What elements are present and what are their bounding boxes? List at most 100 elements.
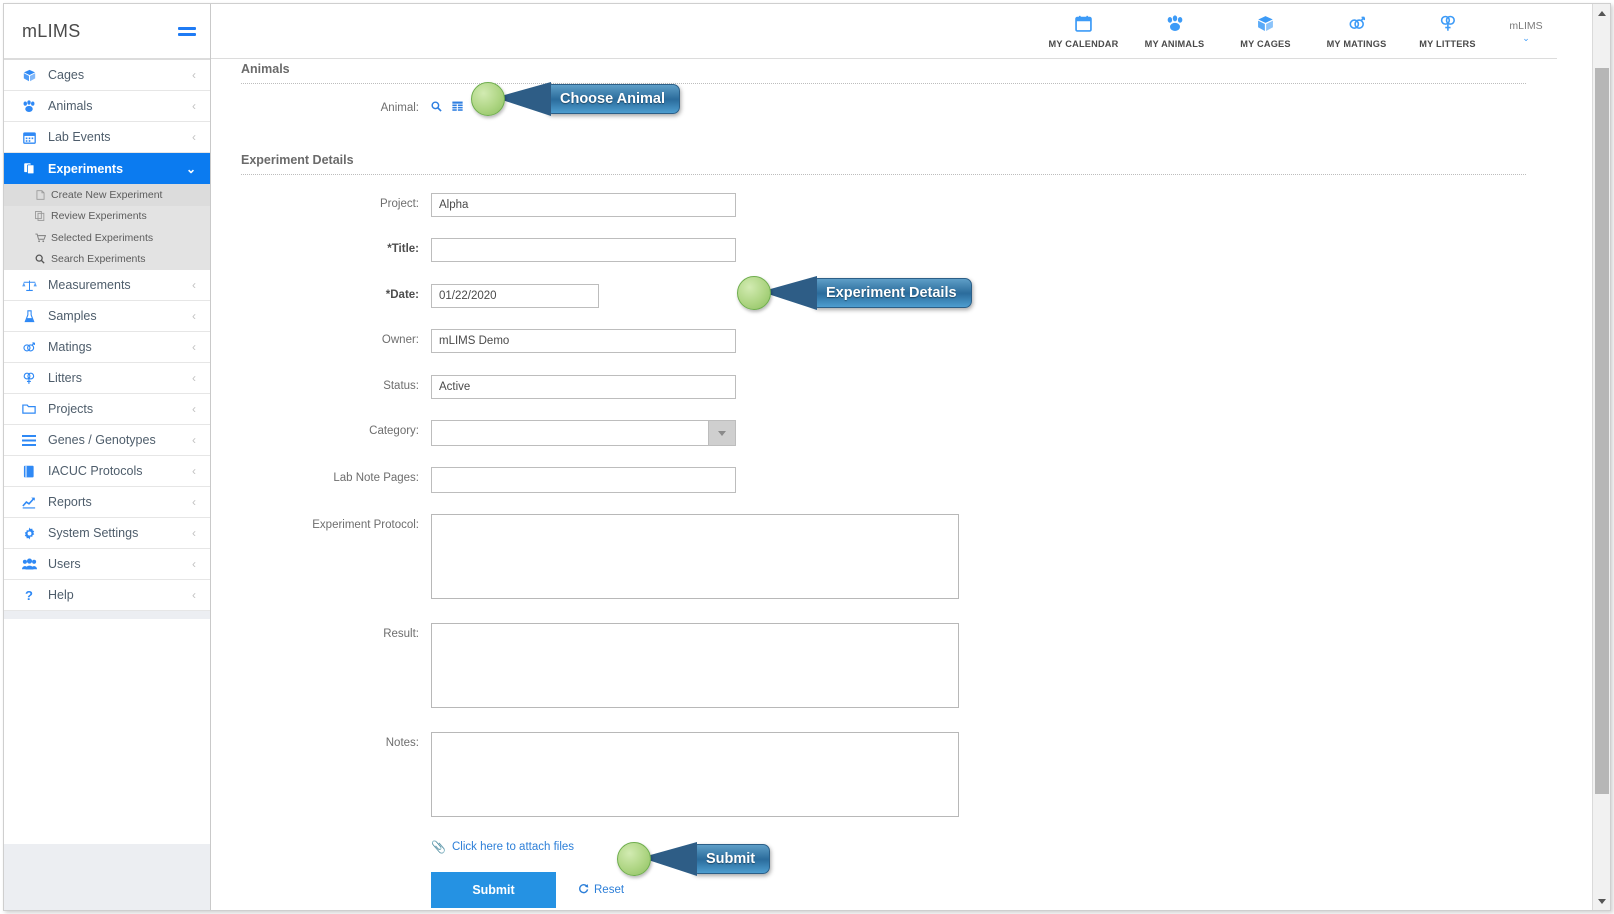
animal-label: Animal:	[380, 102, 419, 114]
callout-marker-dot	[737, 276, 771, 310]
notes-label: Notes:	[385, 737, 419, 749]
topnav-label: MY ANIMALS	[1144, 38, 1205, 49]
callout-label: Submit	[691, 844, 771, 874]
sidebar-item-genes-genotypes[interactable]: Genes / Genotypes ‹	[4, 425, 210, 456]
grid-icon[interactable]	[452, 100, 463, 116]
sidebar-subitem-label: Create New Experiment	[51, 188, 163, 201]
sidebar-item-matings[interactable]: Matings ‹	[4, 332, 210, 363]
chevron-left-icon: ‹	[192, 99, 196, 113]
topnav-my-matings[interactable]: MY MATINGS	[1311, 4, 1402, 59]
lab-note-pages-input[interactable]	[431, 467, 736, 493]
form-row-animal: Animal:	[211, 97, 1557, 116]
sidebar-item-measurements[interactable]: Measurements ‹	[4, 270, 210, 301]
sidebar-item-create-new-experiment[interactable]: Create New Experiment	[4, 184, 210, 206]
sidebar-item-lab-events[interactable]: Lab Events ‹	[4, 122, 210, 153]
date-input[interactable]	[431, 284, 599, 308]
sidebar-item-users[interactable]: Users ‹	[4, 549, 210, 580]
sidebar-item-search-experiments[interactable]: Search Experiments	[4, 249, 210, 271]
sidebar-item-animals[interactable]: Animals ‹	[4, 91, 210, 122]
reset-link[interactable]: Reset	[578, 883, 624, 897]
sidebar-item-label: Cages	[48, 68, 85, 82]
topnav-label: MY CALENDAR	[1048, 38, 1119, 49]
callout-marker-dot	[471, 82, 505, 116]
list-icon	[18, 434, 40, 446]
sidebar-item-label: Genes / Genotypes	[48, 433, 156, 447]
user-name: mLIMS	[1509, 20, 1543, 32]
app-logo: mLIMS	[22, 20, 81, 41]
scrollbar-thumb[interactable]	[1595, 68, 1609, 794]
status-input[interactable]	[431, 375, 736, 399]
top-navigation-bar: MY CALENDAR MY ANIMALS MY CAGES MY MATIN…	[211, 4, 1557, 59]
sidebar-item-label: Animals	[48, 99, 93, 113]
form-row-result: Result:	[211, 623, 1557, 713]
paperclip-icon: 📎	[431, 840, 446, 854]
title-input[interactable]	[431, 238, 736, 262]
sidebar-subitem-label: Review Experiments	[51, 210, 147, 223]
chevron-down-icon: ⌄	[1522, 33, 1530, 43]
sidebar-item-review-experiments[interactable]: Review Experiments	[4, 206, 210, 228]
sidebar-item-selected-experiments[interactable]: Selected Experiments	[4, 227, 210, 249]
vertical-scrollbar[interactable]	[1592, 4, 1610, 910]
flask-icon	[18, 309, 40, 323]
submit-button[interactable]: Submit	[431, 872, 556, 908]
notes-textarea[interactable]	[431, 732, 959, 817]
form-row-category: Category:	[211, 420, 1557, 446]
paw-icon	[1166, 14, 1184, 36]
sidebar-footer	[4, 844, 210, 910]
sidebar-item-samples[interactable]: Samples ‹	[4, 301, 210, 332]
litters-icon	[18, 372, 40, 385]
scroll-down-arrow-icon[interactable]	[1593, 892, 1610, 910]
sidebar-item-label: Experiments	[48, 161, 124, 176]
cart-icon	[33, 233, 47, 243]
form-row-title: *Title:	[211, 238, 1557, 262]
category-combobox[interactable]	[431, 420, 736, 446]
result-label: Result:	[383, 628, 419, 640]
reset-label: Reset	[594, 884, 625, 896]
sidebar-item-reports[interactable]: Reports ‹	[4, 487, 210, 518]
documents-icon	[18, 162, 40, 175]
form-row-owner: Owner:	[211, 329, 1557, 353]
project-input[interactable]	[431, 193, 736, 217]
litters-icon	[1439, 15, 1457, 36]
scroll-up-arrow-icon[interactable]	[1593, 4, 1610, 22]
form-row-actions: Submit Reset	[211, 872, 1557, 908]
topnav-my-calendar[interactable]: MY CALENDAR	[1038, 4, 1129, 59]
sidebar-item-label: Lab Events	[48, 130, 111, 144]
sidebar-item-iacuc-protocols[interactable]: IACUC Protocols ‹	[4, 456, 210, 487]
chevron-down-icon[interactable]	[708, 420, 736, 446]
sidebar-item-projects[interactable]: Projects ‹	[4, 394, 210, 425]
sidebar-item-experiments[interactable]: Experiments ⌄	[4, 153, 210, 184]
book-icon	[18, 465, 40, 478]
hamburger-icon[interactable]	[178, 26, 196, 36]
topnav-my-cages[interactable]: MY CAGES	[1220, 4, 1311, 59]
chevron-down-icon: ⌄	[185, 161, 196, 176]
calendar-icon	[18, 131, 40, 144]
date-label: *Date:	[385, 289, 419, 301]
experiment-protocol-textarea[interactable]	[431, 514, 959, 599]
sidebar-item-litters[interactable]: Litters ‹	[4, 363, 210, 394]
callout-experiment-details: Experiment Details	[737, 276, 972, 310]
sidebar-spacer	[4, 611, 210, 619]
sidebar-item-help[interactable]: ? Help ‹	[4, 580, 210, 611]
chevron-left-icon: ‹	[192, 557, 196, 571]
result-textarea[interactable]	[431, 623, 959, 708]
search-icon[interactable]	[431, 100, 442, 116]
main-content: Animals Animal: Experiment Details Proje…	[211, 59, 1557, 910]
form-row-project: Project:	[211, 193, 1557, 217]
attach-files-link[interactable]: 📎 Click here to attach files	[431, 840, 574, 854]
topnav-my-animals[interactable]: MY ANIMALS	[1129, 4, 1220, 59]
sidebar-item-cages[interactable]: Cages ‹	[4, 60, 210, 91]
category-input[interactable]	[431, 420, 708, 446]
topnav-my-litters[interactable]: MY LITTERS	[1402, 4, 1493, 59]
sidebar-item-label: Litters	[48, 371, 83, 385]
sidebar-item-label: Matings	[48, 340, 92, 354]
owner-input[interactable]	[431, 329, 736, 353]
topnav-items: MY CALENDAR MY ANIMALS MY CAGES MY MATIN…	[1038, 4, 1493, 59]
callout-label: Choose Animal	[545, 84, 681, 114]
chevron-left-icon: ‹	[192, 278, 196, 292]
copy-icon	[33, 211, 47, 222]
chevron-left-icon: ‹	[192, 526, 196, 540]
chevron-left-icon: ‹	[192, 130, 196, 144]
user-menu[interactable]: mLIMS ⌄	[1495, 4, 1557, 59]
sidebar-item-system-settings[interactable]: System Settings ‹	[4, 518, 210, 549]
